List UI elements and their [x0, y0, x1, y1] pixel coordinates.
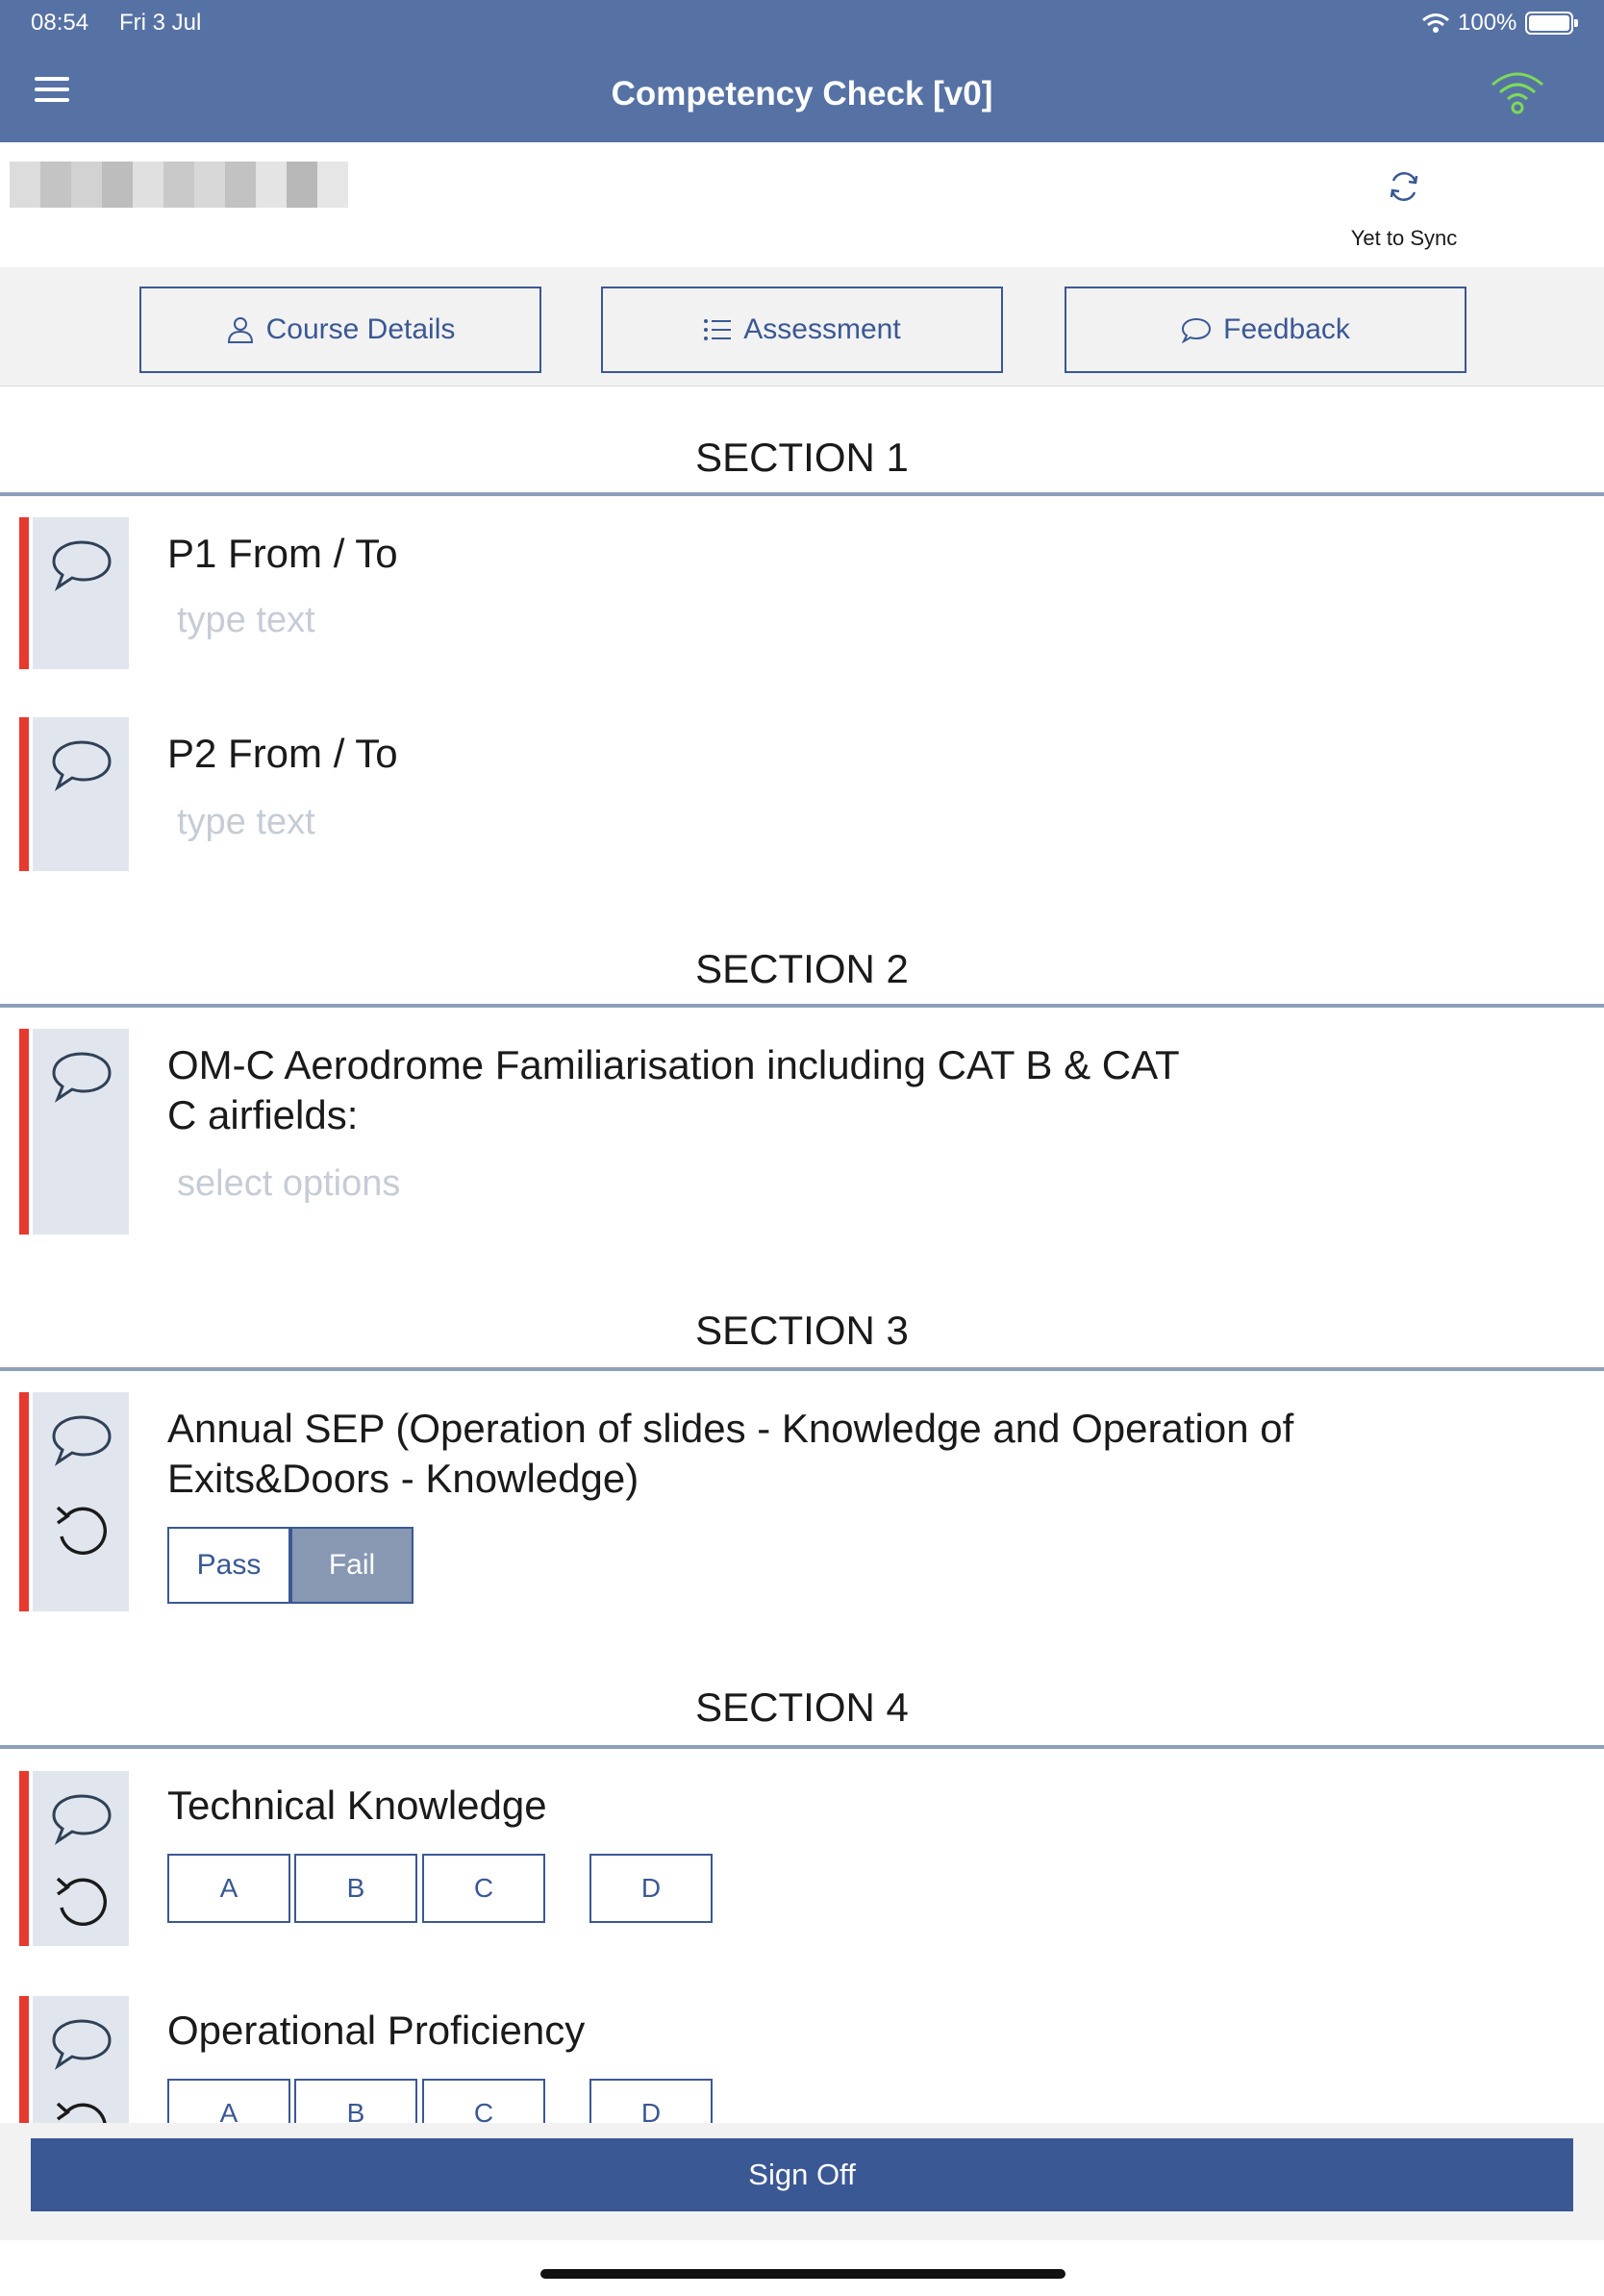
battery-percent: 100%	[1458, 10, 1517, 36]
grade-c-button[interactable]: C	[422, 1854, 545, 1923]
question-text-line-2: Exits&Doors - Knowledge)	[167, 1456, 639, 1501]
grade-a-button[interactable]: A	[167, 2079, 290, 2123]
question-text: OM-C Aerodrome Familiarisation including…	[167, 1040, 1180, 1140]
connection-wifi-icon	[1489, 67, 1546, 120]
tab-course-details-label: Course Details	[265, 313, 456, 345]
grade-d-button[interactable]: D	[589, 2079, 713, 2123]
fail-button-selected[interactable]: Fail	[290, 1527, 414, 1604]
grade-c-button[interactable]: C	[422, 2079, 545, 2123]
app-header: Competency Check [v0]	[0, 46, 1604, 142]
section-2-title: SECTION 2	[695, 946, 909, 991]
footer-panel: Sign Off	[0, 2123, 1604, 2240]
status-date: Fri 3 Jul	[119, 10, 202, 36]
battery-icon	[1525, 12, 1578, 35]
comment-icon[interactable]	[50, 2015, 113, 2073]
section-1-divider	[0, 492, 1604, 496]
grade-d-button[interactable]: D	[589, 1854, 713, 1923]
tab-feedback[interactable]: Feedback	[1065, 287, 1466, 373]
section-2-divider	[0, 1004, 1604, 1008]
section-1-title: SECTION 1	[695, 435, 909, 480]
question-text: Annual SEP (Operation of slides - Knowle…	[167, 1404, 1293, 1504]
reset-icon[interactable]	[50, 1869, 113, 1933]
section-3-divider	[0, 1367, 1604, 1371]
required-indicator	[19, 1996, 29, 2123]
question-item-p1: P1 From / To type text	[19, 517, 1587, 669]
grade-b-button[interactable]: B	[294, 1854, 417, 1923]
tab-assessment-label: Assessment	[743, 313, 901, 345]
comment-icon[interactable]	[50, 1048, 113, 1106]
question-text: Technical Knowledge	[167, 1783, 547, 1828]
required-indicator	[19, 717, 29, 871]
page-title: Competency Check [v0]	[611, 75, 993, 112]
question-item-om-c: OM-C Aerodrome Familiarisation including…	[19, 1029, 1587, 1235]
question-item-operational-proficiency: Operational Proficiency A B C D	[19, 1996, 1587, 2123]
tab-feedback-label: Feedback	[1223, 313, 1350, 345]
text-input-p1[interactable]: type text	[177, 600, 315, 641]
comment-icon[interactable]	[50, 1790, 113, 1848]
comment-icon[interactable]	[50, 736, 113, 794]
reset-icon[interactable]	[50, 2094, 113, 2123]
tab-bar: Course Details Assessment Feedback	[0, 267, 1604, 387]
text-input-p2[interactable]: type text	[177, 802, 315, 843]
question-text-line-1: OM-C Aerodrome Familiarisation including…	[167, 1042, 1180, 1087]
comment-icon[interactable]	[50, 537, 113, 594]
user-name-redacted	[10, 162, 348, 208]
reset-icon[interactable]	[50, 1498, 113, 1561]
question-text: P1 From / To	[167, 531, 398, 576]
tab-assessment[interactable]: Assessment	[601, 287, 1003, 373]
pass-button[interactable]: Pass	[167, 1527, 290, 1604]
sync-status-label: Yet to Sync	[1350, 226, 1458, 250]
section-4-title: SECTION 4	[695, 1685, 909, 1730]
sync-button[interactable]: Yet to Sync	[1327, 169, 1481, 251]
grade-a-button[interactable]: A	[167, 1854, 290, 1923]
speech-bubble-icon	[1182, 317, 1212, 343]
question-text-line-1: Annual SEP (Operation of slides - Knowle…	[167, 1406, 1294, 1451]
question-item-p2: P2 From / To type text	[19, 717, 1587, 871]
status-bar: 08:54 Fri 3 Jul 100%	[0, 0, 1604, 46]
list-icon	[704, 319, 732, 340]
status-time: 08:54	[31, 10, 89, 36]
required-indicator	[19, 1029, 29, 1235]
wifi-status-icon	[1421, 12, 1450, 41]
sign-off-button[interactable]: Sign Off	[31, 2138, 1573, 2211]
section-3-title: SECTION 3	[695, 1308, 909, 1353]
comment-icon[interactable]	[50, 1411, 113, 1469]
grade-b-button[interactable]: B	[294, 2079, 417, 2123]
sync-icon	[1390, 172, 1418, 201]
tab-course-details[interactable]: Course Details	[139, 287, 541, 373]
question-item-technical-knowledge: Technical Knowledge A B C D	[19, 1771, 1587, 1946]
question-text: Operational Proficiency	[167, 2008, 586, 2053]
required-indicator	[19, 1392, 29, 1611]
required-indicator	[19, 517, 29, 669]
question-item-annual-sep: Annual SEP (Operation of slides - Knowle…	[19, 1392, 1587, 1611]
person-icon	[227, 317, 253, 343]
home-indicator[interactable]	[540, 2269, 1065, 2279]
question-text: P2 From / To	[167, 731, 398, 776]
section-4-divider	[0, 1745, 1604, 1749]
required-indicator	[19, 1771, 29, 1946]
question-text-line-2: C airfields:	[167, 1092, 359, 1137]
select-options-input[interactable]: select options	[177, 1163, 400, 1205]
